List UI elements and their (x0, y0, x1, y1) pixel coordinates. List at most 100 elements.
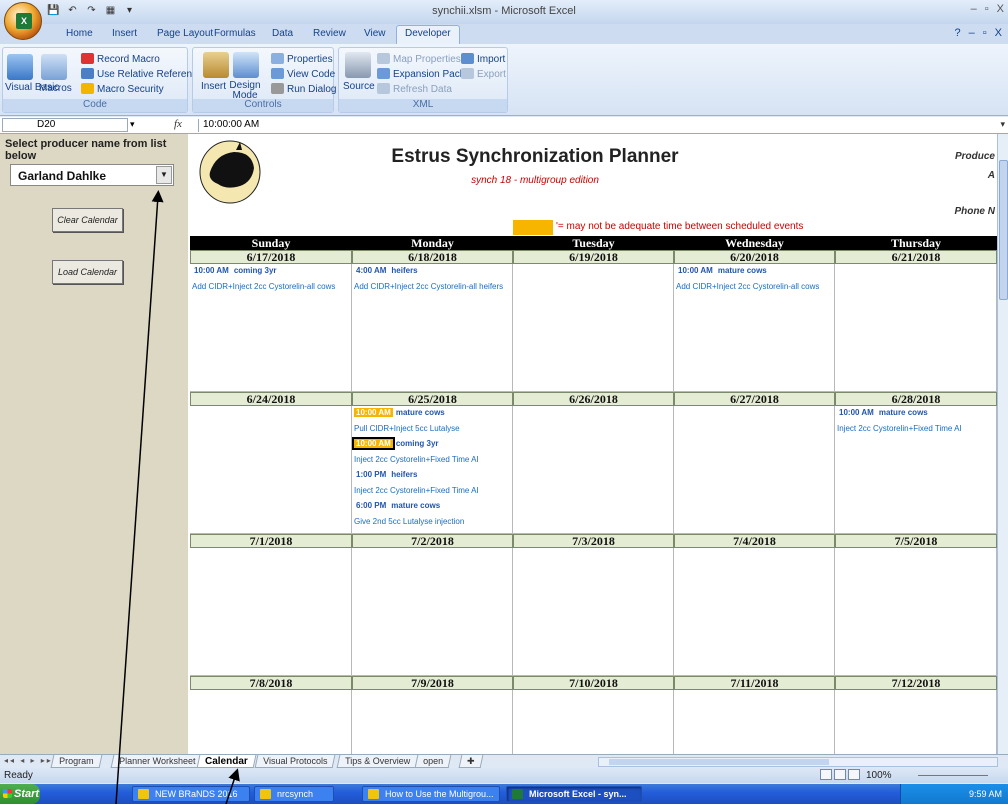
event-time-row[interactable]: 10:00 AM mature cows (354, 408, 445, 417)
name-box[interactable]: D20 (2, 118, 128, 132)
calendar-day-cell[interactable] (674, 690, 835, 754)
sheet-tab-program[interactable]: Program (50, 755, 102, 768)
calendar-day-cell[interactable]: 10:00 AM mature cows Inject 2cc Cystorelin… (835, 406, 997, 534)
tab-formulas[interactable]: Formulas (214, 28, 256, 39)
date-cell[interactable]: 7/9/2018 (352, 676, 513, 690)
page-break-view-icon[interactable] (848, 769, 860, 780)
event-description[interactable]: Inject 2cc Cystorelin+Fixed Time AI (354, 486, 479, 495)
sheet-tab-planner-worksheet[interactable]: Planner Worksheet (110, 755, 204, 768)
taskbar-item-how-to-use[interactable]: How to Use the Multigrou... (362, 786, 500, 802)
record-macro-button[interactable]: Record Macro (81, 53, 160, 65)
calendar-day-cell[interactable] (674, 406, 835, 534)
event-description[interactable]: Pull CIDR+Inject 5cc Lutalyse (354, 424, 460, 433)
insert-function-icon[interactable]: fx (174, 118, 182, 130)
event-description[interactable]: Inject 2cc Cystorelin+Fixed Time AI (837, 424, 962, 433)
date-cell[interactable]: 7/4/2018 (674, 534, 835, 548)
calendar-day-cell[interactable] (352, 548, 513, 676)
date-cell[interactable]: 7/5/2018 (835, 534, 997, 548)
event-description[interactable]: Add CIDR+Inject 2cc Cystorelin-all cows (676, 282, 819, 291)
event-description[interactable]: Give 2nd 5cc Lutalyse injection (354, 517, 464, 526)
help-icon[interactable]: ? (955, 27, 961, 39)
date-cell[interactable]: 6/26/2018 (513, 392, 674, 406)
calendar-day-cell[interactable]: 10:00 AM coming 3yr Add CIDR+Inject 2cc Cy… (190, 264, 352, 392)
properties-button[interactable]: Properties (271, 53, 333, 65)
macro-security-button[interactable]: Macro Security (81, 83, 164, 95)
taskbar-item-excel[interactable]: Microsoft Excel - syn... (506, 786, 642, 802)
minimize-icon[interactable]: – (971, 3, 977, 15)
app-close-icon[interactable]: X (995, 27, 1002, 39)
insert-sheet-tab[interactable]: ✚ (458, 755, 483, 768)
date-cell[interactable]: 7/3/2018 (513, 534, 674, 548)
tab-developer[interactable]: Developer (396, 25, 460, 44)
tab-review[interactable]: Review (313, 28, 346, 39)
design-mode-button[interactable]: Design Mode (229, 81, 261, 101)
event-time-row[interactable]: 1:00 PM heifers (354, 470, 417, 479)
tab-insert[interactable]: Insert (112, 28, 137, 39)
load-calendar-button[interactable]: Load Calendar (52, 260, 123, 284)
office-button[interactable]: X (4, 2, 42, 40)
horizontal-scroll-thumb[interactable] (609, 759, 829, 765)
calendar-day-cell[interactable] (190, 548, 352, 676)
date-cell[interactable]: 6/27/2018 (674, 392, 835, 406)
calendar-day-cell[interactable] (513, 548, 674, 676)
calendar-day-cell[interactable] (190, 690, 352, 754)
export-button[interactable]: Export (461, 68, 506, 80)
calendar-day-cell[interactable] (835, 548, 997, 676)
import-button[interactable]: Import (461, 53, 505, 65)
insert-controls-button[interactable]: Insert (201, 81, 226, 92)
event-time-row[interactable]: 10:00 AM mature cows (676, 266, 767, 275)
event-time-row[interactable]: 10:00 AM coming 3yr (192, 266, 277, 275)
page-layout-view-icon[interactable] (834, 769, 846, 780)
name-box-dropdown-icon[interactable]: ▾ (130, 119, 135, 130)
clear-calendar-button[interactable]: Clear Calendar (52, 208, 123, 232)
date-cell[interactable]: 6/19/2018 (513, 250, 674, 264)
sheet-tab-tips-overview[interactable]: Tips & Overview (336, 755, 419, 768)
calendar-day-cell[interactable] (835, 690, 997, 754)
tab-home[interactable]: Home (66, 28, 93, 39)
date-cell[interactable]: 6/20/2018 (674, 250, 835, 264)
taskbar-item-nrcsynch[interactable]: nrcsynch (254, 786, 334, 802)
calendar-day-cell[interactable]: 10:00 AM mature cows Add CIDR+Inject 2cc C… (674, 264, 835, 392)
calendar-day-cell[interactable] (513, 406, 674, 534)
date-cell[interactable]: 6/28/2018 (835, 392, 997, 406)
view-code-button[interactable]: View Code (271, 68, 335, 80)
run-dialog-button[interactable]: Run Dialog (271, 83, 336, 95)
sheet-nav-arrows[interactable]: ◂◂ ◂ ▸ ▸▸ (4, 756, 53, 765)
source-button[interactable]: Source (343, 81, 375, 92)
horizontal-scrollbar[interactable] (598, 757, 998, 767)
date-cell[interactable]: 6/24/2018 (190, 392, 352, 406)
normal-view-icon[interactable] (820, 769, 832, 780)
date-cell[interactable]: 6/25/2018 (352, 392, 513, 406)
date-cell[interactable]: 7/10/2018 (513, 676, 674, 690)
sheet-tab-calendar[interactable]: Calendar (196, 755, 257, 768)
calendar-day-cell[interactable] (352, 690, 513, 754)
date-cell[interactable]: 7/8/2018 (190, 676, 352, 690)
visual-basic-button[interactable]: Visual Basic (5, 83, 59, 93)
event-time-row[interactable]: 4:00 AM heifers (354, 266, 418, 275)
event-description[interactable]: Add CIDR+Inject 2cc Cystorelin-all heife… (354, 282, 503, 291)
producer-dropdown[interactable]: Garland Dahlke ▼ (10, 164, 174, 186)
expand-formula-bar-icon[interactable]: ▾ (1000, 119, 1005, 130)
calendar-day-cell[interactable]: 10:00 AM mature cows Pull CIDR+Inject 5cc … (352, 406, 513, 534)
calendar-day-cell[interactable]: 4:00 AM heifers Add CIDR+Inject 2cc Cystor… (352, 264, 513, 392)
app-minimize-icon[interactable]: – (969, 27, 975, 39)
date-cell[interactable]: 6/17/2018 (190, 250, 352, 264)
sheet-tab-visual-protocols[interactable]: Visual Protocols (254, 755, 336, 768)
macros-button[interactable]: Macros (39, 83, 72, 94)
calendar-day-cell[interactable] (513, 690, 674, 754)
sheet-tab-open[interactable]: open (414, 755, 452, 768)
dropdown-arrow-icon[interactable]: ▼ (156, 166, 172, 184)
tab-view[interactable]: View (364, 28, 386, 39)
event-description[interactable]: Add CIDR+Inject 2cc Cystorelin-all cows (192, 282, 335, 291)
vertical-scrollbar[interactable] (997, 134, 1008, 754)
calendar-day-cell[interactable] (190, 406, 352, 534)
expansion-packs-button[interactable]: Expansion Packs (377, 68, 470, 80)
zoom-slider[interactable] (908, 770, 998, 780)
close-icon[interactable]: X (997, 3, 1004, 15)
calendar-day-cell[interactable] (513, 264, 674, 392)
app-restore-icon[interactable]: ▫ (983, 27, 987, 39)
formula-input[interactable]: 10:00:00 AM (198, 119, 259, 132)
date-cell[interactable]: 6/18/2018 (352, 250, 513, 264)
date-cell[interactable]: 7/1/2018 (190, 534, 352, 548)
event-time-row[interactable]: 10:00 AM coming 3yr (352, 437, 439, 450)
